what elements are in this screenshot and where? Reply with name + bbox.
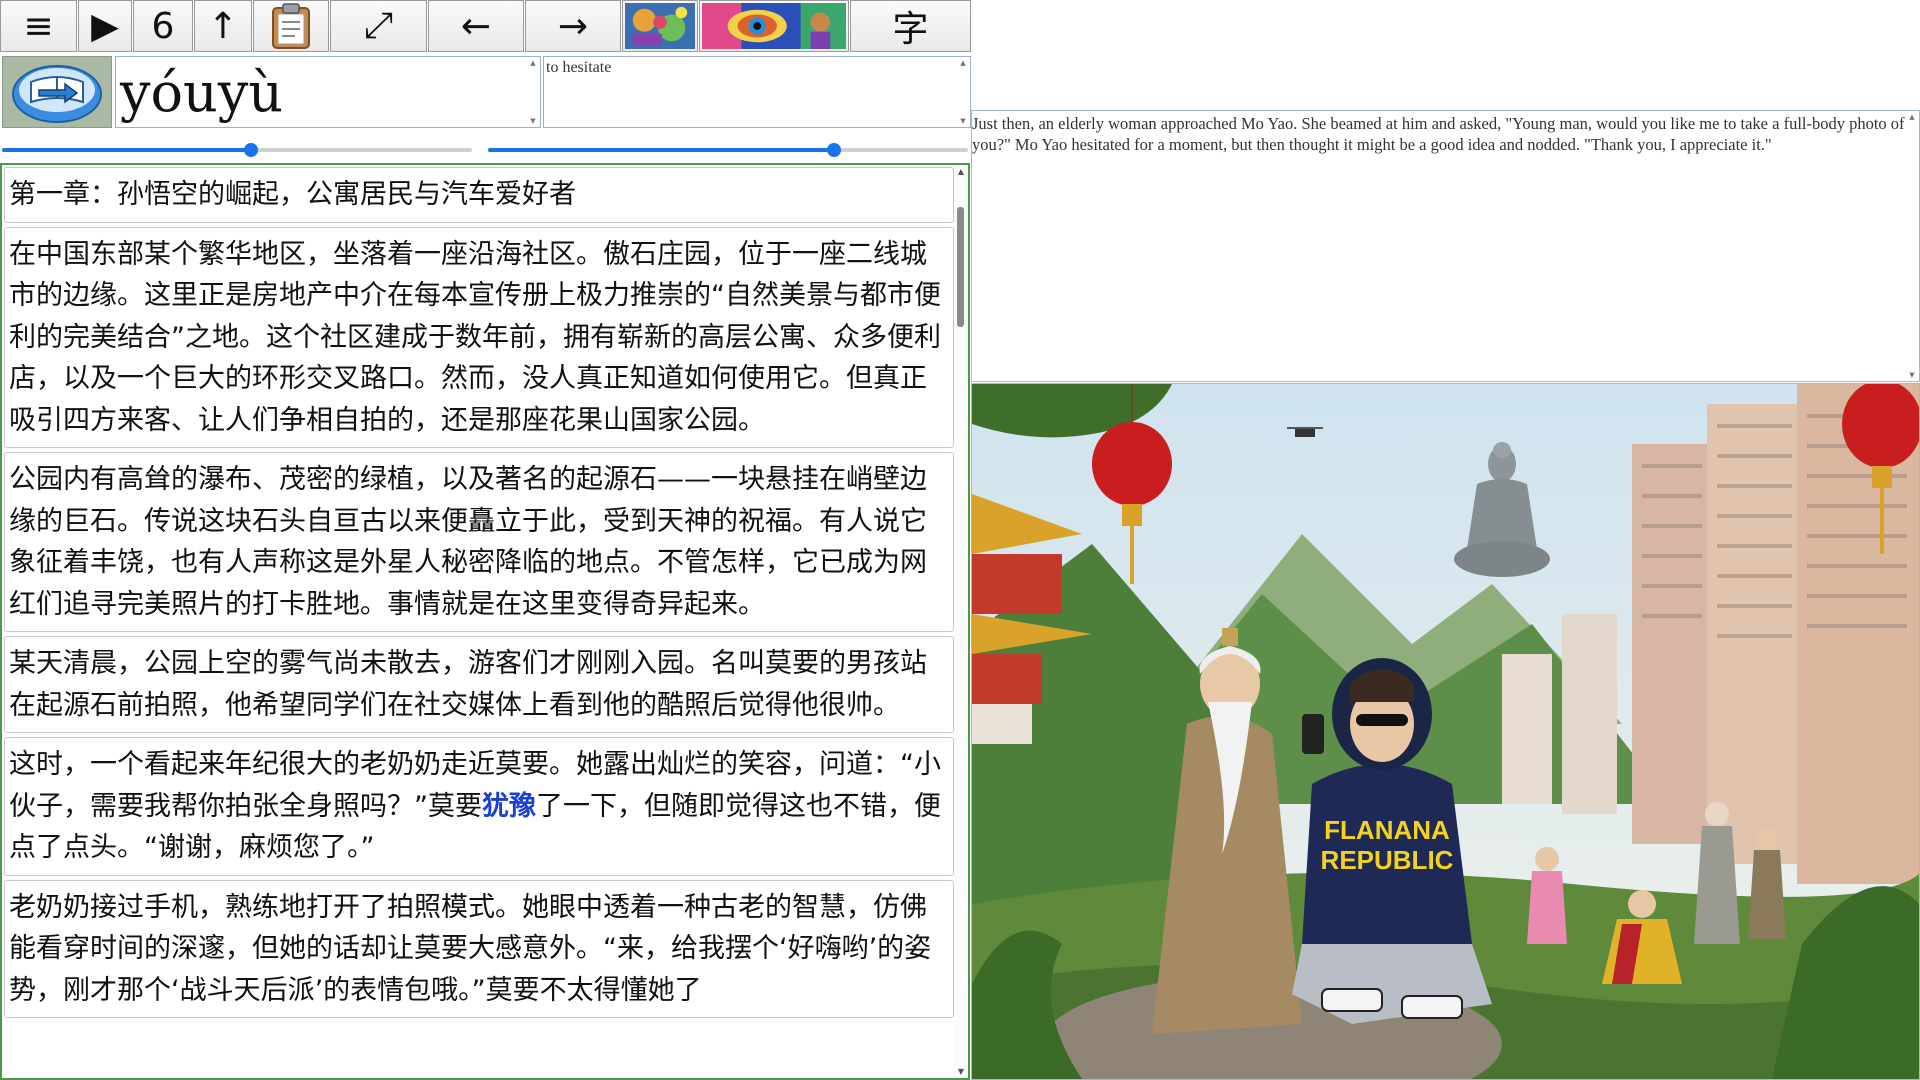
speed-slider[interactable] (2, 140, 472, 160)
paragraph[interactable]: 老奶奶接过手机，熟练地打开了拍照模式。她眼中透着一种古老的智慧，仿佛能看穿时间的… (4, 879, 954, 1018)
count-label: 6 (151, 5, 175, 47)
scroll-up-icon[interactable]: ▲ (1907, 113, 1917, 121)
paragraph[interactable]: 某天清晨，公园上空的雾气尚未散去，游客们才刚刚入园。名叫莫要的男孩站在起源石前拍… (4, 636, 954, 733)
count-button[interactable]: 6 (133, 0, 193, 52)
toolbar: ≡ ▶ 6 ↑ ⤢ ← → 字 (0, 0, 971, 54)
play-icon: ▶ (91, 5, 119, 47)
psychedelic-eye-icon (702, 3, 846, 49)
char-mode-button[interactable]: 字 (850, 0, 971, 52)
right-arrow-icon: → (557, 5, 589, 47)
chapter-title[interactable]: 第一章：孙悟空的崛起，公寓居民与汽车爱好者 (4, 167, 954, 223)
highlighted-word[interactable]: 犹豫 (482, 791, 536, 822)
scroll-up-icon[interactable]: ▲ (954, 167, 968, 176)
dictionary-button[interactable] (2, 56, 112, 128)
colorful-art-icon (625, 3, 695, 49)
up-button[interactable]: ↑ (194, 0, 252, 52)
menu-button[interactable]: ≡ (0, 0, 77, 52)
translation-panel[interactable]: Just then, an elderly woman approached M… (971, 110, 1920, 382)
expand-button[interactable]: ⤢ (330, 0, 427, 52)
prev-button[interactable]: ← (428, 0, 524, 52)
scroll-down-icon[interactable]: ▼ (1907, 371, 1917, 379)
scroll-down-icon[interactable]: ▼ (958, 117, 968, 125)
book-arrow-icon (12, 65, 102, 123)
translation-text: Just then, an elderly woman approached M… (972, 114, 1905, 154)
hamburger-icon: ≡ (23, 5, 54, 47)
image-a-button[interactable] (622, 0, 698, 52)
reader-scrollbar[interactable]: ▲ ▼ (954, 165, 968, 1078)
scroll-down-icon[interactable]: ▼ (954, 1067, 968, 1076)
slider-thumb[interactable] (826, 143, 841, 157)
pinyin-field[interactable]: yóuyù ▲ ▼ (115, 56, 541, 128)
play-button[interactable]: ▶ (78, 0, 132, 52)
expand-icon: ⤢ (364, 5, 393, 46)
paragraph[interactable]: 公园内有高耸的瀑布、茂密的绿植，以及著名的起源石——一块悬挂在峭壁边缘的巨石。传… (4, 452, 954, 632)
next-button[interactable]: → (525, 0, 621, 52)
hoodie-text: FLANANA (1324, 815, 1450, 845)
hoodie-text: REPUBLIC (1321, 845, 1454, 875)
pinyin-scrollbar[interactable]: ▲ ▼ (528, 59, 538, 125)
size-slider[interactable] (488, 140, 968, 160)
story-illustration: FLANANA REPUBLIC (971, 383, 1920, 1080)
scroll-up-icon[interactable]: ▲ (958, 59, 968, 67)
scrollbar-thumb[interactable] (957, 207, 964, 327)
translation-scrollbar[interactable]: ▲ ▼ (1907, 113, 1917, 379)
paragraph-current[interactable]: 这时，一个看起来年纪很大的老奶奶走近莫要。她露出灿烂的笑容，问道：“小伙子，需要… (4, 737, 954, 876)
char-mode-label: 字 (892, 9, 929, 50)
image-b-button[interactable] (699, 0, 849, 52)
meaning-scrollbar[interactable]: ▲ ▼ (958, 59, 968, 125)
paragraph[interactable]: 在中国东部某个繁华地区，坐落着一座沿海社区。傲石庄园，位于一座二线城市的边缘。这… (4, 226, 954, 448)
scroll-up-icon[interactable]: ▲ (528, 59, 538, 67)
meaning-text: to hesitate (546, 59, 612, 76)
left-arrow-icon: ← (460, 5, 492, 47)
up-arrow-icon: ↑ (207, 5, 239, 47)
slider-fill (2, 148, 252, 152)
meaning-field[interactable]: to hesitate ▲ ▼ (543, 56, 971, 128)
reading-panel[interactable]: 第一章：孙悟空的崛起，公寓居民与汽车爱好者 在中国东部某个繁华地区，坐落着一座沿… (0, 163, 970, 1080)
slider-fill (488, 148, 834, 152)
pinyin-text: yóuyù (120, 61, 284, 124)
clipboard-icon (272, 3, 310, 49)
scroll-down-icon[interactable]: ▼ (528, 117, 538, 125)
slider-thumb[interactable] (244, 143, 259, 157)
clipboard-button[interactable] (253, 0, 329, 52)
